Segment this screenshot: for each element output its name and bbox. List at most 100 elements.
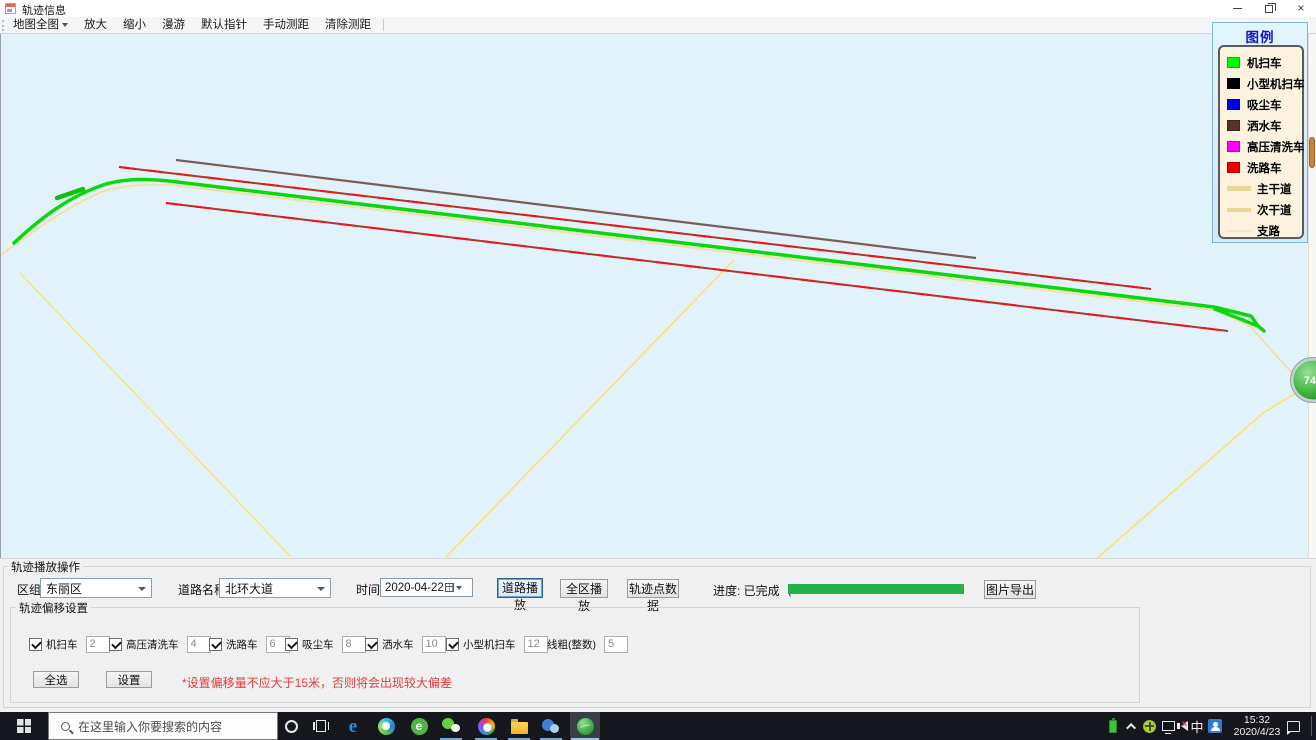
menu-item-measure[interactable]: 手动测距	[255, 17, 317, 33]
cortana-button[interactable]	[276, 712, 306, 740]
small-sweeper-offset-input[interactable]	[524, 636, 548, 653]
date-input[interactable]	[381, 582, 445, 594]
calendar-icon	[445, 583, 454, 592]
folder-icon	[511, 722, 528, 734]
tray-overflow-button[interactable]	[1124, 712, 1140, 740]
checkbox-label: 高压清洗车	[126, 637, 179, 652]
checkbox-label: 吸尘车	[302, 637, 334, 652]
task-view-button[interactable]	[306, 712, 336, 740]
secondary-road-swatch	[1227, 208, 1251, 212]
active-app-taskbar-button[interactable]	[570, 712, 600, 740]
branch-road-swatch	[1227, 230, 1251, 232]
sweeper-offset-input[interactable]	[86, 636, 110, 653]
ime-indicator[interactable]: 中	[1189, 712, 1205, 740]
legend-label: 吸尘车	[1247, 97, 1282, 113]
line-width-group: 线粗(整数)	[547, 635, 628, 653]
offset-groupbox	[10, 607, 1140, 703]
chevron-down-icon	[138, 587, 146, 591]
taskbar: 在这里输入你要搜索的内容 e e 中 15:32 2020/4/23	[0, 712, 1316, 740]
line-width-input[interactable]	[604, 636, 628, 653]
legend-row: 洗路车	[1227, 157, 1302, 178]
chrome-taskbar-button[interactable]	[471, 712, 501, 740]
checkbox-label: 洗路车	[226, 637, 258, 652]
legend-row: 支路	[1227, 220, 1302, 241]
track-points-button[interactable]: 轨迹点数据	[627, 579, 679, 598]
high-pressure-checkbox[interactable]	[109, 638, 122, 651]
district-value: 东丽区	[46, 580, 82, 597]
legend-row: 次干道	[1227, 199, 1302, 220]
close-button[interactable]: ×	[1286, 0, 1316, 17]
legend-label: 主干道	[1257, 181, 1292, 197]
menu-item-default-pointer[interactable]: 默认指针	[193, 17, 255, 33]
windows-logo-icon	[17, 719, 31, 733]
wechat-taskbar-button[interactable]	[436, 712, 466, 740]
apply-button[interactable]: 设置	[106, 671, 152, 688]
road-wash-checkbox[interactable]	[209, 638, 222, 651]
battery-tray-icon[interactable]	[1104, 712, 1122, 740]
show-desktop-button[interactable]	[1311, 716, 1312, 736]
search-placeholder: 在这里输入你要搜索的内容	[78, 718, 222, 735]
person-icon	[1208, 719, 1222, 733]
file-explorer-taskbar-button[interactable]	[504, 712, 534, 740]
taskbar-clock[interactable]: 15:32 2020/4/23	[1228, 714, 1286, 738]
menu-item-zoom-out[interactable]: 缩小	[115, 17, 154, 33]
offset-item-road-wash: 洗路车	[209, 635, 290, 653]
notification-icon	[1287, 721, 1300, 732]
start-button[interactable]	[0, 712, 48, 740]
taskbar-search[interactable]: 在这里输入你要搜索的内容	[48, 712, 278, 740]
browser-ring-taskbar-button[interactable]	[371, 712, 401, 740]
menu-item-zoom-in[interactable]: 放大	[76, 17, 115, 33]
time-label: 时间	[356, 581, 380, 598]
high-pressure-offset-input[interactable]	[187, 636, 211, 653]
antivirus-tray-icon[interactable]	[1141, 712, 1158, 740]
action-center-button[interactable]	[1284, 712, 1302, 740]
network-tray-icon[interactable]	[1159, 712, 1177, 740]
offset-group-title: 轨迹偏移设置	[16, 600, 91, 616]
vacuum-checkbox[interactable]	[285, 638, 298, 651]
menu-item-full-map[interactable]: 地图全图	[5, 17, 76, 33]
browser-360-icon: e	[411, 718, 428, 735]
progress-fill	[788, 584, 964, 594]
road-play-button[interactable]: 道路播放	[497, 578, 543, 598]
road-select[interactable]: 北环大道	[219, 578, 331, 598]
export-image-button[interactable]: 图片导出	[984, 580, 1036, 599]
maximize-button[interactable]	[1254, 0, 1284, 17]
checkbox-label: 小型机扫车	[463, 637, 516, 652]
area-play-button[interactable]: 全区播放	[560, 579, 608, 598]
sweeper-color-swatch	[1227, 57, 1240, 68]
sprinkler-offset-input[interactable]	[422, 636, 446, 653]
sprinkler-checkbox[interactable]	[365, 638, 378, 651]
edge-taskbar-button[interactable]: e	[338, 712, 368, 740]
title-bar: 轨迹信息 ×	[0, 0, 1316, 17]
clock-date: 2020/4/23	[1228, 726, 1286, 738]
minimize-button[interactable]	[1222, 0, 1252, 17]
offset-item-small-sweeper: 小型机扫车	[446, 635, 548, 653]
chevron-up-icon	[1126, 722, 1136, 732]
browser-360-taskbar-button[interactable]: e	[404, 712, 434, 740]
app-window-icon	[5, 3, 16, 14]
progress-bar	[788, 584, 964, 594]
legend-title: 图例	[1213, 23, 1307, 46]
sweeper-checkbox[interactable]	[29, 638, 42, 651]
map-canvas[interactable]: 74	[0, 34, 1316, 558]
legend-label: 小型机扫车	[1247, 76, 1305, 92]
offset-item-high-pressure: 高压清洗车	[109, 635, 211, 653]
cloud-app-taskbar-button[interactable]	[536, 712, 566, 740]
menu-item-pan[interactable]: 漫游	[154, 17, 193, 33]
map-cluster-marker[interactable]: 74	[1291, 358, 1316, 403]
small-sweeper-checkbox[interactable]	[446, 638, 459, 651]
vacuum-offset-input[interactable]	[342, 636, 366, 653]
select-all-button[interactable]: 全选	[33, 671, 79, 688]
date-picker[interactable]	[380, 578, 473, 597]
road-value: 北环大道	[225, 580, 273, 597]
restore-icon	[1265, 5, 1273, 13]
vacuum-color-swatch	[1227, 99, 1240, 110]
legend-panel: 图例 机扫车 小型机扫车 吸尘车 洒水车 高压清洗车	[1212, 22, 1308, 243]
chevron-down-icon	[62, 23, 68, 27]
sprinkler-color-swatch	[1227, 120, 1240, 131]
district-select[interactable]: 东丽区	[40, 578, 152, 598]
contacts-tray-icon[interactable]	[1206, 712, 1224, 740]
active-app-icon	[577, 718, 594, 735]
legend-row: 洒水车	[1227, 115, 1302, 136]
menu-item-clear-measure[interactable]: 清除测距	[317, 17, 379, 33]
